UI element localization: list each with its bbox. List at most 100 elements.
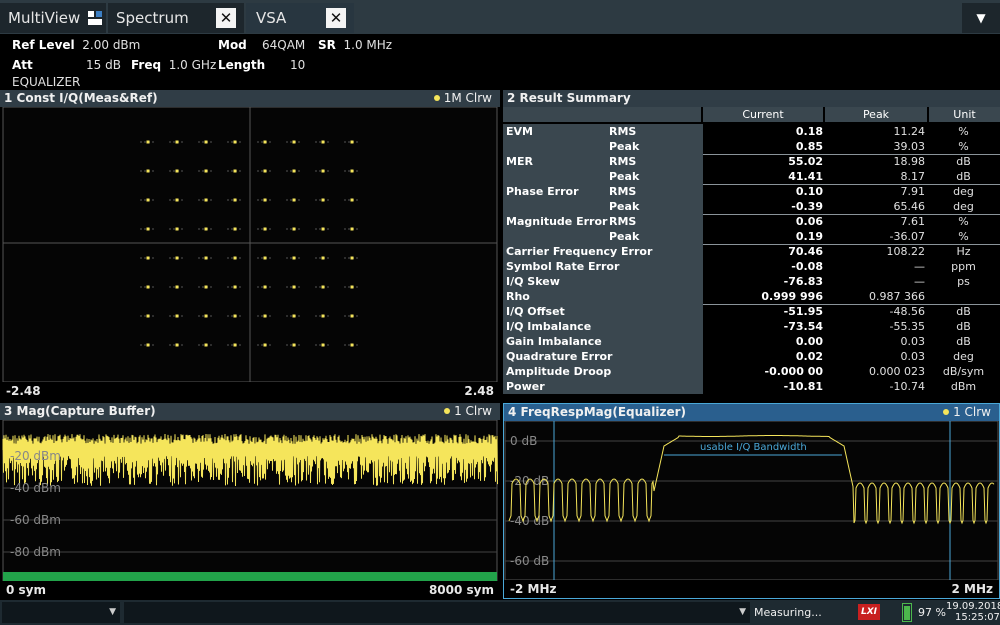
constellation-point [204,256,208,260]
metric-current: -0.000 00 [764,365,824,378]
metric-name: EVM [503,124,703,139]
attenuation[interactable]: Att [12,58,33,72]
constellation-point [204,198,208,202]
frequency[interactable]: Freq 1.0 GHz [131,58,216,72]
metric-sub: RMS [609,185,637,198]
trace-dot-icon [444,408,451,414]
tab-spectrum[interactable]: Spectrum ✕ [106,3,244,33]
metric-unit: dB [956,335,971,348]
constellation-point [233,314,237,318]
y-axis-label: -80 dBm [10,545,61,559]
constellation-point [146,343,150,347]
capture-buffer-panel[interactable]: 3 Mag(Capture Buffer) 1 Clrw -20 dBm -40… [0,403,500,599]
metric-name: I/Q Skew [503,274,703,289]
y-axis-label: -60 dBm [10,513,61,527]
metric-current: -76.83 [783,275,823,288]
modulation-value[interactable]: 64QAM [262,38,305,52]
metric-peak: 0.03 [900,350,926,363]
constellation-point [292,227,296,231]
table-row: I/Q Imbalance -73.54 -55.35 dB [503,319,1000,334]
constellation-point [204,140,208,144]
trace-indicator[interactable]: 1M Clrw [433,90,492,107]
metric-name: Phase Error [503,184,703,199]
metric-peak: 7.91 [900,185,926,198]
metric-unit: ppm [951,260,976,273]
constellation-point [263,314,267,318]
close-icon[interactable]: ✕ [326,8,346,28]
metric-unit: dB [956,170,971,183]
table-row: Peak 0.85 39.03% [503,139,1000,154]
y-axis-label: 0 dB [510,434,537,448]
constellation-point [292,140,296,144]
metric-current: 0.19 [795,230,823,243]
table-row: EVM RMS 0.18 11.24% [503,124,1000,139]
result-summary-panel[interactable]: 2 Result Summary Current Peak Unit EVM RM… [503,90,1000,400]
metric-peak: 0.000 023 [869,365,925,378]
constellation-point [146,169,150,173]
tab-multiview[interactable]: MultiView [0,3,106,33]
modulation[interactable]: Mod [218,38,247,52]
symbol-rate[interactable]: SR 1.0 MHz [318,38,392,52]
metric-peak: -55.35 [889,320,925,333]
equalizer-panel[interactable]: 4 FreqRespMag(Equalizer) 1 Clrw usable I… [503,403,1000,599]
metric-peak: -10.74 [889,380,925,393]
constellation-panel[interactable]: 1 Const I/Q(Meas&Ref) 1M Clrw -2.48 2.48 [0,90,500,400]
panel-title-bar: 4 FreqRespMag(Equalizer) 1 Clrw [504,404,999,421]
x-axis-min: -2.48 [6,384,41,398]
constellation-point [204,343,208,347]
table-row: MER RMS 55.02 18.98 dB [503,154,1000,169]
close-icon[interactable]: ✕ [216,8,236,28]
trace-indicator[interactable]: 1 Clrw [444,403,492,420]
constellation-point [292,314,296,318]
metric-unit: % [958,215,969,228]
constellation-point [146,256,150,260]
constellation-point [175,256,179,260]
metric-current: 0.00 [795,335,823,348]
ref-level[interactable]: Ref Level 2.00 dBm [12,38,140,52]
metric-unit: dB [956,305,971,318]
constellation-point [146,314,150,318]
constellation-point [175,314,179,318]
constellation-point [204,227,208,231]
column-header-unit: Unit [929,107,1000,122]
table-row: Peak 41.41 8.17 dB [503,169,1000,184]
status-message-field[interactable]: ▼ [124,602,750,623]
metric-name: I/Q Offset [503,304,703,319]
metric-unit: Hz [956,245,971,258]
metric-unit: dBm [950,380,977,393]
multiview-grid-icon [88,11,102,25]
metric-name: Symbol Rate Error [503,259,703,274]
panel-title: 3 Mag(Capture Buffer) [4,404,156,418]
table-row: Phase Error RMS 0.10 7.91 deg [503,184,1000,199]
chevron-down-icon[interactable]: ▼ [962,3,1000,33]
metric-name: I/Q Imbalance [503,319,703,334]
metric-sub: Peak [609,200,640,213]
tab-vsa[interactable]: VSA ✕ [246,3,354,33]
constellation-point [204,169,208,173]
metric-peak: 39.03 [893,140,926,153]
tab-label: MultiView [8,9,81,27]
panel-title: 4 FreqRespMag(Equalizer) [508,405,687,419]
constellation-point [350,343,354,347]
constellation-point [321,256,325,260]
lxi-logo[interactable]: LXI [858,604,880,620]
table-header-blank [503,107,701,122]
metric-current: 0.10 [795,185,823,198]
metric-unit: ps [957,275,970,288]
panel-title-bar: 1 Const I/Q(Meas&Ref) 1M Clrw [0,90,500,107]
length[interactable]: Length [218,58,265,72]
constellation-point [175,140,179,144]
y-axis-label: -60 dB [510,554,549,568]
constellation-point [175,227,179,231]
metric-name: Rho [503,289,703,304]
length-value[interactable]: 10 [290,58,305,72]
status-dropdown-left[interactable]: ▼ [2,602,120,623]
constellation-point [321,227,325,231]
axis-footer: -2 MHz 2 MHz [504,580,999,598]
constellation-point [292,198,296,202]
trace-indicator[interactable]: 1 Clrw [943,404,991,421]
constellation-point [321,314,325,318]
attenuation-value[interactable]: 15 dB [86,58,121,72]
constellation-point [350,140,354,144]
metric-current: -73.54 [783,320,823,333]
